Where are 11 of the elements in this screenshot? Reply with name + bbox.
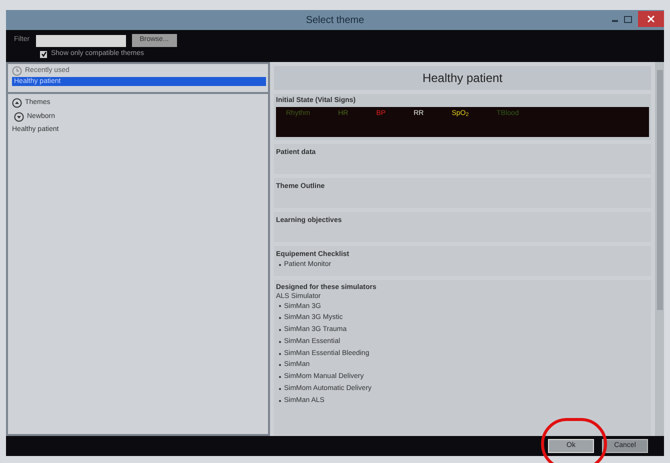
compatible-checkbox[interactable] — [40, 50, 47, 58]
close-icon — [647, 15, 655, 23]
filter-field[interactable] — [36, 34, 126, 46]
expand-icon[interactable] — [14, 112, 24, 122]
close-button[interactable] — [638, 11, 664, 27]
collapse-icon[interactable] — [12, 98, 22, 108]
window-title: Select theme — [306, 14, 364, 28]
detail-title: Healthy patient — [422, 70, 503, 87]
scrollbar[interactable] — [655, 62, 664, 436]
scrollbar-thumb[interactable] — [656, 70, 662, 310]
maximize-icon[interactable] — [624, 16, 632, 22]
